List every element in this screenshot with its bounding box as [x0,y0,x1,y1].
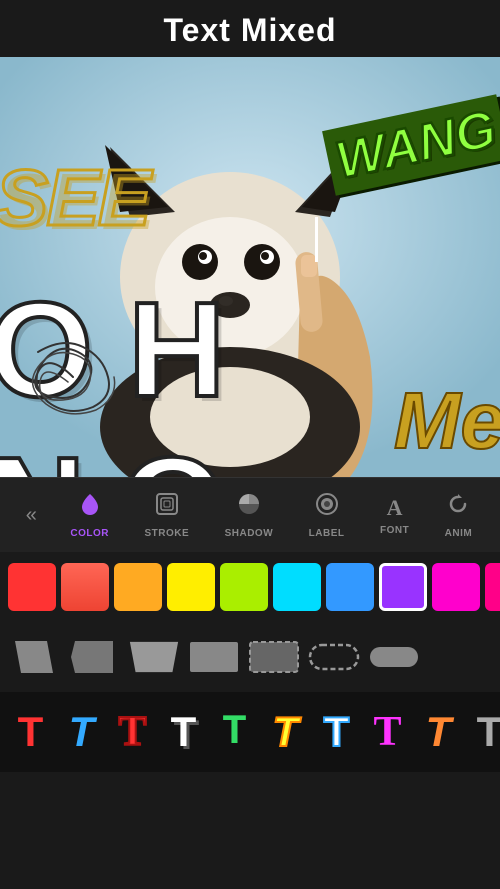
font-icon: A [387,495,403,521]
canvas-area: SEE WANG OH NO Me [0,57,500,477]
cursor [315,217,318,262]
toolbar-item-font[interactable]: A FONT [370,489,419,542]
font-style-9[interactable]: T [416,700,461,765]
font-label: FONT [380,525,409,536]
toolbar-item-label[interactable]: LABEL [299,485,355,545]
page-title: Text Mixed [0,12,500,49]
label-icon [314,491,340,524]
label-label: LABEL [309,528,345,539]
color-swatch-pink[interactable] [432,563,480,611]
color-label: COLOR [70,528,109,539]
shape-rectangle-solid[interactable] [188,633,240,681]
font-style-5[interactable]: T [212,700,257,765]
shape-rounded-dotted[interactable] [308,633,360,681]
shape-pill[interactable] [368,633,420,681]
shadow-label: SHADOW [225,528,274,539]
shape-parallelogram-1[interactable] [8,633,60,681]
shape-rectangle-dotted[interactable] [248,633,300,681]
color-swatch-blue[interactable] [326,563,374,611]
color-swatch-coral[interactable] [61,563,109,611]
shape-parallelogram-2[interactable] [68,633,120,681]
shape-picker-row [0,622,500,692]
toolbar-item-shadow[interactable]: SHADOW [215,485,284,545]
font-style-8[interactable]: T [365,700,410,765]
anim-icon [445,491,471,524]
text-see[interactable]: SEE [0,152,149,244]
toolbar-item-stroke[interactable]: STROKE [134,485,199,545]
color-swatch-magenta[interactable] [485,563,500,611]
back-button[interactable]: « [18,496,45,535]
shadow-icon [236,491,262,524]
font-style-6[interactable]: T [263,700,308,765]
color-swatch-yellow[interactable] [167,563,215,611]
stroke-label: STROKE [144,528,189,539]
font-style-4[interactable]: T [161,700,206,765]
anim-label: ANIM [445,528,473,539]
shape-trapezoid[interactable] [128,633,180,681]
font-style-2[interactable]: T [59,700,104,765]
color-swatch-cyan[interactable] [273,563,321,611]
toolbar-item-anim[interactable]: ANIM [435,485,483,545]
color-swatch-red[interactable] [8,563,56,611]
header: Text Mixed [0,0,500,57]
font-style-3[interactable]: T [110,700,155,765]
color-swatch-orange[interactable] [114,563,162,611]
font-style-1[interactable]: T [8,700,53,765]
font-style-7[interactable]: T [314,700,359,765]
toolbar-item-color[interactable]: COLOR [60,485,119,545]
scribble-decoration [18,332,128,422]
color-swatch-lime[interactable] [220,563,268,611]
color-icon [77,491,103,524]
color-picker-row [0,552,500,622]
font-style-row: T T T T T T T T T T [0,692,500,772]
stroke-icon [154,491,180,524]
color-swatch-purple[interactable] [379,563,427,611]
toolbar: « COLOR STROKE SHADOW [0,477,500,552]
text-me[interactable]: Me [394,375,500,467]
font-style-10[interactable]: T [467,700,500,765]
